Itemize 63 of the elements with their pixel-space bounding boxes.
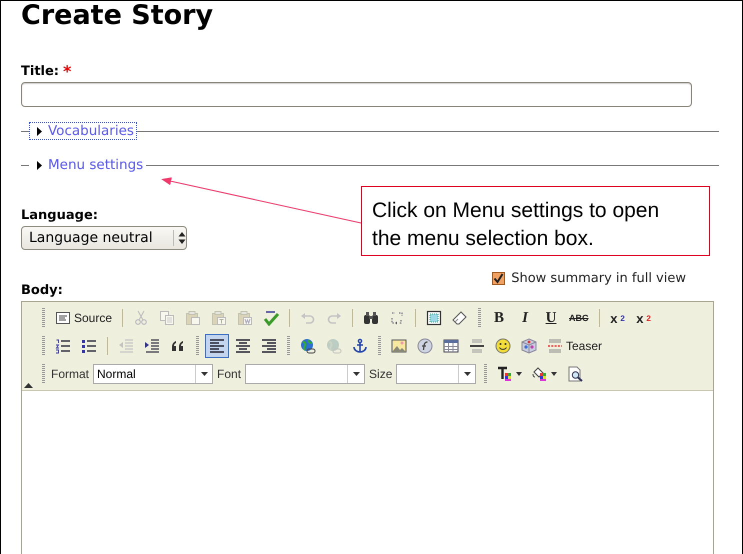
toolbar-button[interactable] <box>205 334 229 358</box>
language-select[interactable]: Language neutral <box>21 226 187 250</box>
combo-label: Size <box>369 367 392 381</box>
clipboard-icon <box>237 310 254 326</box>
flash-icon <box>417 338 433 354</box>
cube-icon <box>521 338 537 354</box>
clipboard-icon <box>211 310 228 326</box>
horizontal-rule-icon <box>469 338 485 354</box>
dropdown-arrow-icon <box>464 372 471 376</box>
numbered-list-icon <box>55 338 71 354</box>
summary-checkbox[interactable] <box>492 272 506 285</box>
combo-label: Font <box>217 367 242 381</box>
redo-icon <box>326 310 342 326</box>
bold-button[interactable]: B <box>487 306 512 330</box>
collapse-toolbar-icon[interactable] <box>24 383 33 388</box>
eraser-icon <box>452 310 468 326</box>
callout-box: Click on Menu settings to open the menu selection box. <box>361 186 710 256</box>
binoculars-icon <box>363 310 380 326</box>
image-icon <box>391 338 407 354</box>
text-color-icon <box>497 366 514 382</box>
align-left-icon <box>209 338 225 354</box>
checkmark-icon <box>263 310 280 326</box>
align-right-icon <box>261 338 277 354</box>
title-field[interactable] <box>21 82 692 107</box>
italic-button[interactable]: I <box>513 306 538 330</box>
anchor-icon <box>352 338 368 354</box>
dropdown-arrow-icon <box>352 372 360 376</box>
spinner-icon <box>178 232 186 244</box>
scissors-icon <box>133 310 150 326</box>
title-label: Title: <box>21 64 60 78</box>
combo-label: Format <box>51 367 90 381</box>
outdent-icon <box>118 338 134 354</box>
language-label: Language: <box>21 208 98 223</box>
summary-option-label: Show summary in full view <box>511 271 686 286</box>
page-heading: Create Story <box>21 1 214 33</box>
source-button[interactable]: Source <box>51 306 116 330</box>
required-mark: * <box>63 62 72 80</box>
fieldset-link[interactable]: Menu settings <box>48 157 144 173</box>
smiley-icon <box>495 338 511 354</box>
globe-link-icon <box>300 338 316 354</box>
indent-icon <box>144 338 160 354</box>
combo-field[interactable] <box>245 364 366 384</box>
paint-bucket-icon <box>532 366 548 382</box>
copy-icon <box>159 310 176 326</box>
combo-field[interactable]: Normal <box>93 364 214 384</box>
superscript-button[interactable]: x$^{2}$ <box>632 306 656 330</box>
source-icon <box>55 310 71 326</box>
clipboard-icon <box>185 310 202 326</box>
underline-button[interactable]: U <box>539 306 564 330</box>
preview-icon <box>567 366 584 382</box>
quote-icon <box>170 338 186 354</box>
strike-button[interactable]: ABC <box>565 306 593 330</box>
table-icon <box>443 338 459 354</box>
dropdown-arrow-icon <box>200 372 208 376</box>
globe-link-icon <box>326 338 342 354</box>
body-label: Body: <box>21 283 63 298</box>
select-all-icon <box>426 310 442 326</box>
undo-icon <box>300 310 316 326</box>
page-break-button[interactable]: Teaser <box>543 334 606 358</box>
align-center-icon <box>235 338 251 354</box>
combo-field[interactable] <box>396 364 476 384</box>
bulleted-list-icon <box>81 338 97 354</box>
page-break-icon <box>547 338 563 354</box>
